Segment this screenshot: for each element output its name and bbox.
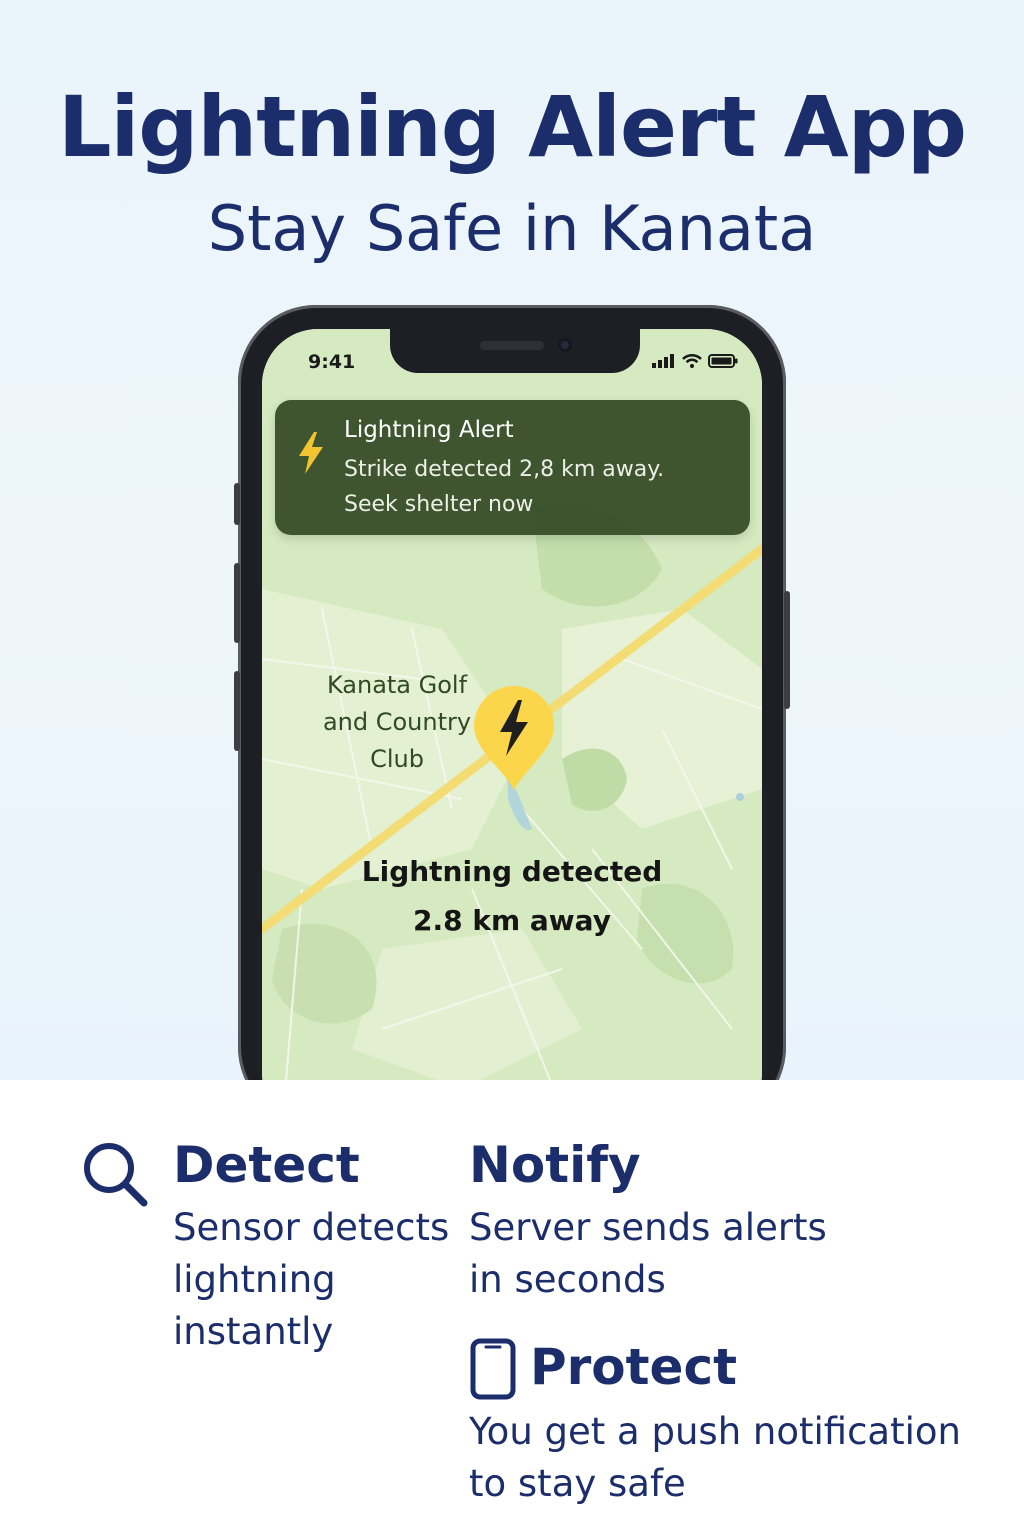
cellular-signal-icon bbox=[652, 354, 674, 368]
place-label-line: Kanata Golf bbox=[326, 671, 468, 699]
phone-side-button bbox=[234, 483, 240, 525]
page-subtitle: Stay Safe in Kanata bbox=[207, 192, 817, 265]
notification-body-line: Strike detected 2,8 km away. bbox=[344, 457, 665, 482]
feature-desc-line: lightning bbox=[173, 1258, 336, 1301]
feature-detect-desc: Sensor detects lightning instantly bbox=[173, 1202, 473, 1358]
detection-distance: 2.8 km away bbox=[413, 904, 611, 937]
phone-mockup: 9:41 Lightning Alert Strike detected 2,8… bbox=[234, 305, 790, 1080]
lightning-detected-label: Lightning detected 2.8 km away bbox=[262, 847, 762, 945]
search-icon bbox=[84, 1143, 148, 1207]
phone-volume-up-button bbox=[234, 563, 240, 643]
phone-power-button bbox=[784, 591, 790, 709]
phone-screen: 9:41 Lightning Alert Strike detected 2,8… bbox=[262, 329, 762, 1080]
status-icons bbox=[652, 354, 738, 368]
feature-notify-title: Notify bbox=[469, 1136, 641, 1194]
lightning-pin-icon[interactable] bbox=[470, 682, 558, 792]
notification-title: Lightning Alert bbox=[344, 417, 514, 443]
speaker-grille bbox=[480, 341, 544, 350]
lightning-bolt-icon bbox=[299, 432, 323, 474]
feature-desc-line: to stay safe bbox=[469, 1462, 686, 1505]
status-time: 9:41 bbox=[308, 351, 356, 373]
feature-desc-line: Server sends alerts bbox=[469, 1206, 827, 1249]
place-label-line: Club bbox=[370, 745, 424, 773]
place-label-line: and Country bbox=[322, 708, 472, 736]
feature-desc-line: in seconds bbox=[469, 1258, 666, 1301]
detection-line: Lightning detected bbox=[361, 855, 663, 888]
notification-body-line: Seek shelter now bbox=[344, 492, 534, 517]
wifi-icon bbox=[682, 354, 702, 368]
hero-section: Lightning Alert App Stay Safe in Kanata bbox=[0, 0, 1024, 1080]
front-camera bbox=[558, 338, 572, 352]
lightning-alert-notification[interactable]: Lightning Alert Strike detected 2,8 km a… bbox=[275, 400, 750, 535]
notification-body: Strike detected 2,8 km away. Seek shelte… bbox=[344, 452, 744, 522]
feature-detect-title: Detect bbox=[173, 1136, 360, 1194]
phone-volume-down-button bbox=[234, 671, 240, 751]
map-place-label: Kanata Golf and Country Club bbox=[302, 667, 492, 778]
page-title: Lightning Alert App bbox=[57, 78, 967, 176]
feature-desc-line: instantly bbox=[173, 1310, 334, 1353]
feature-protect-title: Protect bbox=[530, 1338, 738, 1396]
phone-notch bbox=[390, 329, 640, 373]
feature-protect-desc: You get a push notification to stay safe bbox=[469, 1406, 1009, 1510]
feature-notify-desc: Server sends alerts in seconds bbox=[469, 1202, 989, 1306]
feature-desc-line: Sensor detects bbox=[173, 1206, 450, 1249]
phone-icon bbox=[470, 1338, 516, 1400]
battery-icon bbox=[708, 354, 738, 368]
feature-desc-line: You get a push notification bbox=[469, 1410, 961, 1453]
